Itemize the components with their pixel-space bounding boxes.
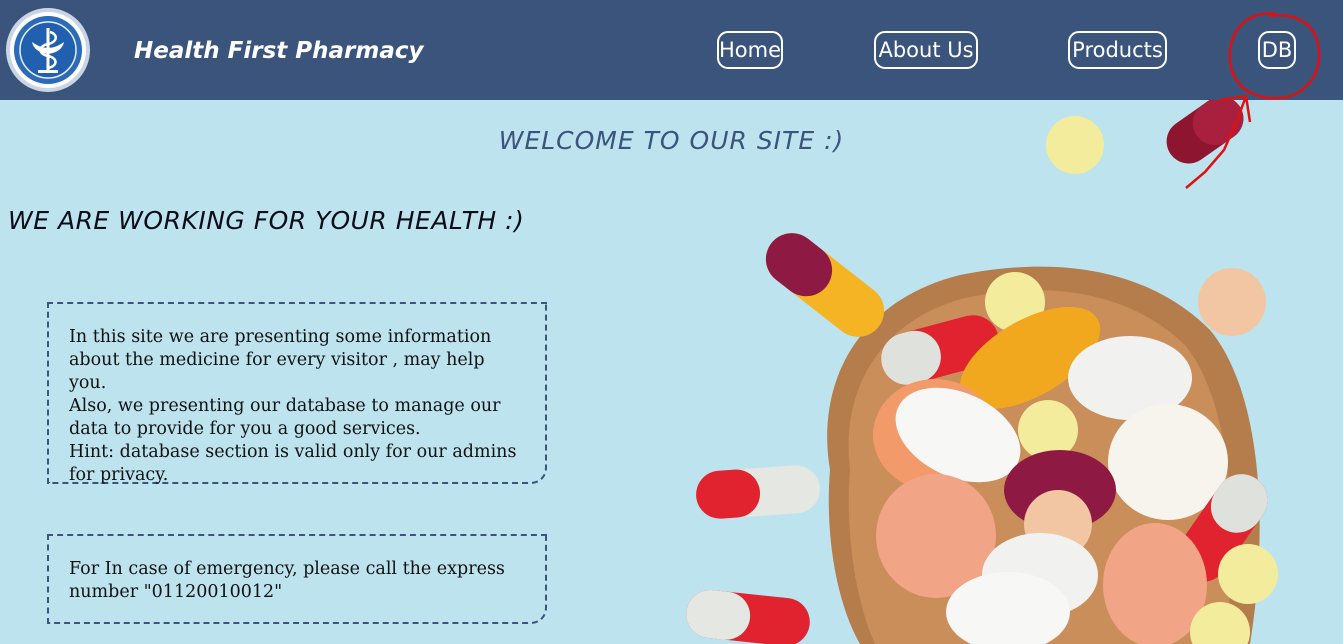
tagline-heading: WE ARE WORKING FOR YOUR HEALTH :) [8,206,525,235]
info-line: Also, we presenting our database to mana… [69,396,501,439]
info-line: In this site we are presenting some info… [69,327,492,393]
emergency-box: For In case of emergency, please call th… [47,534,547,624]
info-line: Hint: database section is valid only for… [69,442,517,485]
info-box: In this site we are presenting some info… [47,302,547,485]
emergency-text: For In case of emergency, please call th… [69,559,505,602]
welcome-heading: WELCOME TO OUR SITE :) [498,126,845,155]
